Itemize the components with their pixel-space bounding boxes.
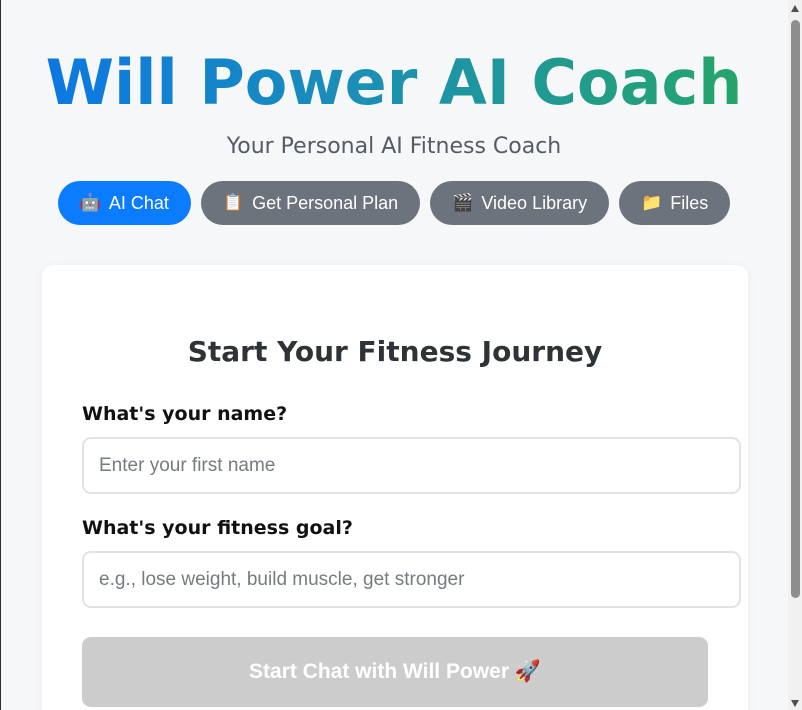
scroll-up-arrow-icon[interactable]	[791, 5, 799, 12]
scrollbar-thumb[interactable]	[791, 20, 800, 598]
app-title: Will Power AI Coach	[45, 46, 743, 119]
tab-label: Files	[670, 192, 709, 213]
tab-ai-chat[interactable]: 🤖 AI Chat	[57, 181, 191, 225]
page: Will Power AI Coach Your Personal AI Fit…	[0, 0, 802, 710]
start-journey-card: Start Your Fitness Journey What's your n…	[42, 265, 748, 710]
goal-input[interactable]	[82, 551, 741, 608]
name-input[interactable]	[82, 437, 741, 494]
nav-tabs: 🤖 AI Chat 📋 Get Personal Plan 🎬 Video Li…	[1, 181, 787, 225]
goal-label: What's your fitness goal?	[82, 517, 353, 539]
tab-label: Get Personal Plan	[252, 192, 399, 213]
app-subtitle: Your Personal AI Fitness Coach	[226, 134, 562, 159]
name-label: What's your name?	[82, 403, 288, 425]
tab-files[interactable]: 📁 Files	[619, 181, 731, 225]
clapperboard-icon: 🎬	[452, 193, 474, 212]
start-chat-button[interactable]: Start Chat with Will Power 🚀	[82, 637, 708, 707]
tab-label: AI Chat	[108, 192, 169, 213]
tab-get-personal-plan[interactable]: 📋 Get Personal Plan	[200, 181, 421, 225]
clipboard-icon: 📋	[222, 193, 245, 212]
scroll-down-arrow-icon[interactable]	[791, 700, 799, 707]
card-title: Start Your Fitness Journey	[187, 335, 603, 368]
tab-label: Video Library	[481, 192, 588, 213]
scrollbar[interactable]	[788, 0, 802, 710]
tab-video-library[interactable]: 🎬 Video Library	[430, 181, 610, 225]
folder-icon: 📁	[641, 193, 663, 212]
robot-icon: 🤖	[79, 193, 101, 212]
